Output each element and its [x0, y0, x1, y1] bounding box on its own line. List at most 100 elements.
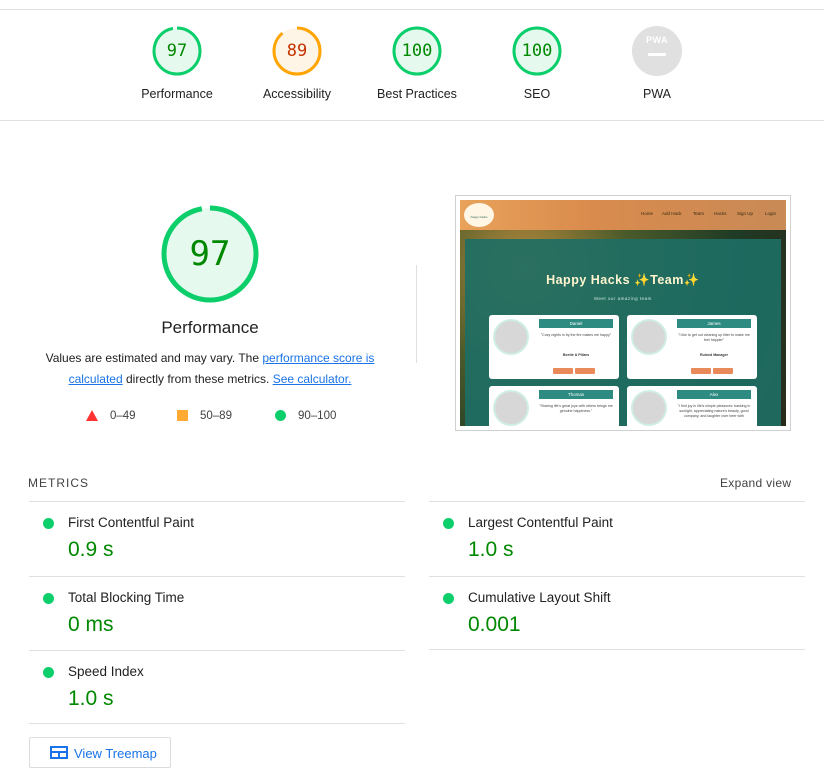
gauge-accessibility[interactable]: 89 Accessibility	[237, 26, 357, 101]
metric-name: Total Blocking Time	[68, 590, 185, 605]
legend-range: 90–100	[298, 410, 337, 422]
screenshot-team-panel: Happy Hacks ✨Team✨ Meet our amazing team…	[465, 239, 781, 426]
pass-circle-icon	[43, 667, 54, 678]
avatar	[631, 390, 667, 426]
avatar	[493, 319, 529, 355]
performance-score: 97	[189, 234, 231, 274]
pass-circle-icon	[43, 593, 54, 604]
card-quote: "Sharing life's great joys with others b…	[539, 404, 613, 413]
metric-cumulative-layout-shift: Cumulative Layout Shift 0.001	[429, 576, 805, 650]
pwa-badge-text: PWA	[645, 35, 668, 45]
screenshot-nav-item: Login	[765, 211, 777, 216]
metric-value: 0.001	[468, 613, 521, 636]
card-quote: "I find joy in life's simple pleasures: …	[677, 404, 751, 418]
gauge-label: Best Practices	[377, 87, 457, 101]
screenshot-team-card: Thomas "Sharing life's great joys with o…	[489, 386, 619, 426]
metric-name: First Contentful Paint	[68, 515, 195, 530]
pwa-dash-icon	[648, 53, 666, 56]
page-screenshot-image: happy hacks Home Add Hack Team Hacks Sig…	[460, 200, 786, 426]
screenshot-team-card: Daniel "Cozy nights in by the fire makes…	[489, 315, 619, 379]
gauge-pwa[interactable]: PWA PWA	[597, 26, 717, 101]
card-role: Beetle & Pillars	[562, 353, 590, 357]
screenshot-team-card: Alex "I find joy in life's simple pleasu…	[627, 386, 757, 426]
performance-big-gauge: 97	[160, 204, 260, 304]
performance-description: Values are estimated and may vary. The p…	[40, 348, 380, 390]
card-buttons	[553, 361, 597, 379]
legend-range: 0–49	[110, 410, 136, 422]
legend-range: 50–89	[200, 410, 232, 422]
screenshot-logo: happy hacks	[464, 203, 494, 227]
desc-text: directly from these metrics.	[122, 372, 273, 386]
gauge-label: Accessibility	[262, 87, 332, 101]
screenshot-subheading: Meet our amazing team	[594, 296, 652, 301]
metric-largest-contentful-paint: Largest Contentful Paint 1.0 s	[429, 502, 805, 576]
gauge-score: 97	[166, 41, 188, 61]
circle-icon	[275, 410, 286, 422]
screenshot-heading: Happy Hacks ✨Team✨	[546, 273, 700, 287]
desc-text: Values are estimated and may vary. The	[45, 351, 263, 365]
gauge-performance[interactable]: 97 Performance	[117, 26, 237, 101]
pwa-badge-icon: PWA	[632, 26, 682, 76]
view-treemap-button[interactable]: View Treemap	[29, 737, 171, 768]
metric-speed-index: Speed Index 1.0 s	[29, 650, 405, 724]
screenshot-nav-item: Sign Up	[737, 211, 754, 216]
screenshot-nav-item: Team	[693, 211, 705, 216]
gauge-label: SEO	[523, 87, 551, 101]
vertical-divider	[416, 265, 417, 363]
card-quote: "I like to get out cleaning up litter to…	[678, 333, 750, 342]
card-buttons	[691, 361, 735, 379]
pass-circle-icon	[443, 593, 454, 604]
gauge-ring: 100	[392, 26, 442, 76]
pass-circle-icon	[443, 518, 454, 529]
legend-fail: 0–49	[86, 409, 136, 423]
gauge-label: PWA	[642, 87, 671, 101]
gauge-score: 100	[401, 41, 433, 61]
card-name: Daniel	[539, 319, 613, 328]
gauge-score: 89	[286, 41, 308, 61]
see-calculator-link[interactable]: See calculator.	[273, 372, 352, 386]
avatar	[631, 319, 667, 355]
gauge-ring: 100	[512, 26, 562, 76]
legend-pass: 90–100	[275, 409, 336, 423]
metric-name: Largest Contentful Paint	[468, 515, 613, 530]
metrics-right-column: Largest Contentful Paint 1.0 s Cumulativ…	[429, 501, 805, 650]
gauge-ring: 97	[152, 26, 202, 76]
metrics-left-column: First Contentful Paint 0.9 s Total Block…	[29, 501, 405, 724]
screenshot-navbar: happy hacks Home Add Hack Team Hacks Sig…	[460, 200, 786, 230]
metric-value: 1.0 s	[68, 687, 114, 710]
gauge-label: Performance	[141, 87, 213, 101]
expand-view-toggle[interactable]: Expand view	[720, 476, 791, 490]
gauge-score: 100	[521, 41, 553, 61]
gauge-seo[interactable]: 100 SEO	[477, 26, 597, 101]
square-icon	[177, 410, 188, 422]
metric-value: 0 ms	[68, 613, 114, 636]
score-gauges-bar: 97 Performance 89 Accessibility 100 Best…	[0, 10, 824, 120]
metric-first-contentful-paint: First Contentful Paint 0.9 s	[29, 502, 405, 576]
screenshot-team-card: James "I like to get out cleaning up lit…	[627, 315, 757, 379]
metric-total-blocking-time: Total Blocking Time 0 ms	[29, 576, 405, 650]
metric-value: 1.0 s	[468, 538, 514, 561]
triangle-icon	[86, 410, 98, 422]
screenshot-nav-item: Add Hack	[662, 211, 682, 216]
metric-value: 0.9 s	[68, 538, 114, 561]
metrics-title: METRICS	[28, 476, 89, 490]
treemap-icon	[50, 746, 68, 759]
legend-average: 50–89	[177, 409, 232, 423]
final-screenshot[interactable]: happy hacks Home Add Hack Team Hacks Sig…	[455, 195, 791, 431]
card-name: Thomas	[539, 390, 613, 399]
screenshot-nav-item: Home	[641, 211, 654, 216]
gauge-best-practices[interactable]: 100 Best Practices	[357, 26, 477, 101]
card-role: Ruined Manager	[700, 353, 728, 357]
metric-name: Speed Index	[68, 664, 144, 679]
card-name: James	[677, 319, 751, 328]
gauge-bar-divider	[0, 120, 824, 121]
pass-circle-icon	[43, 518, 54, 529]
view-treemap-label: View Treemap	[74, 746, 157, 761]
card-name: Alex	[677, 390, 751, 399]
performance-title: Performance	[161, 318, 259, 337]
avatar	[493, 390, 529, 426]
gauge-ring: 89	[272, 26, 322, 76]
screenshot-nav-item: Hacks	[714, 211, 727, 216]
metric-name: Cumulative Layout Shift	[468, 590, 611, 605]
card-quote: "Cozy nights in by the fire makes me hap…	[540, 333, 612, 337]
